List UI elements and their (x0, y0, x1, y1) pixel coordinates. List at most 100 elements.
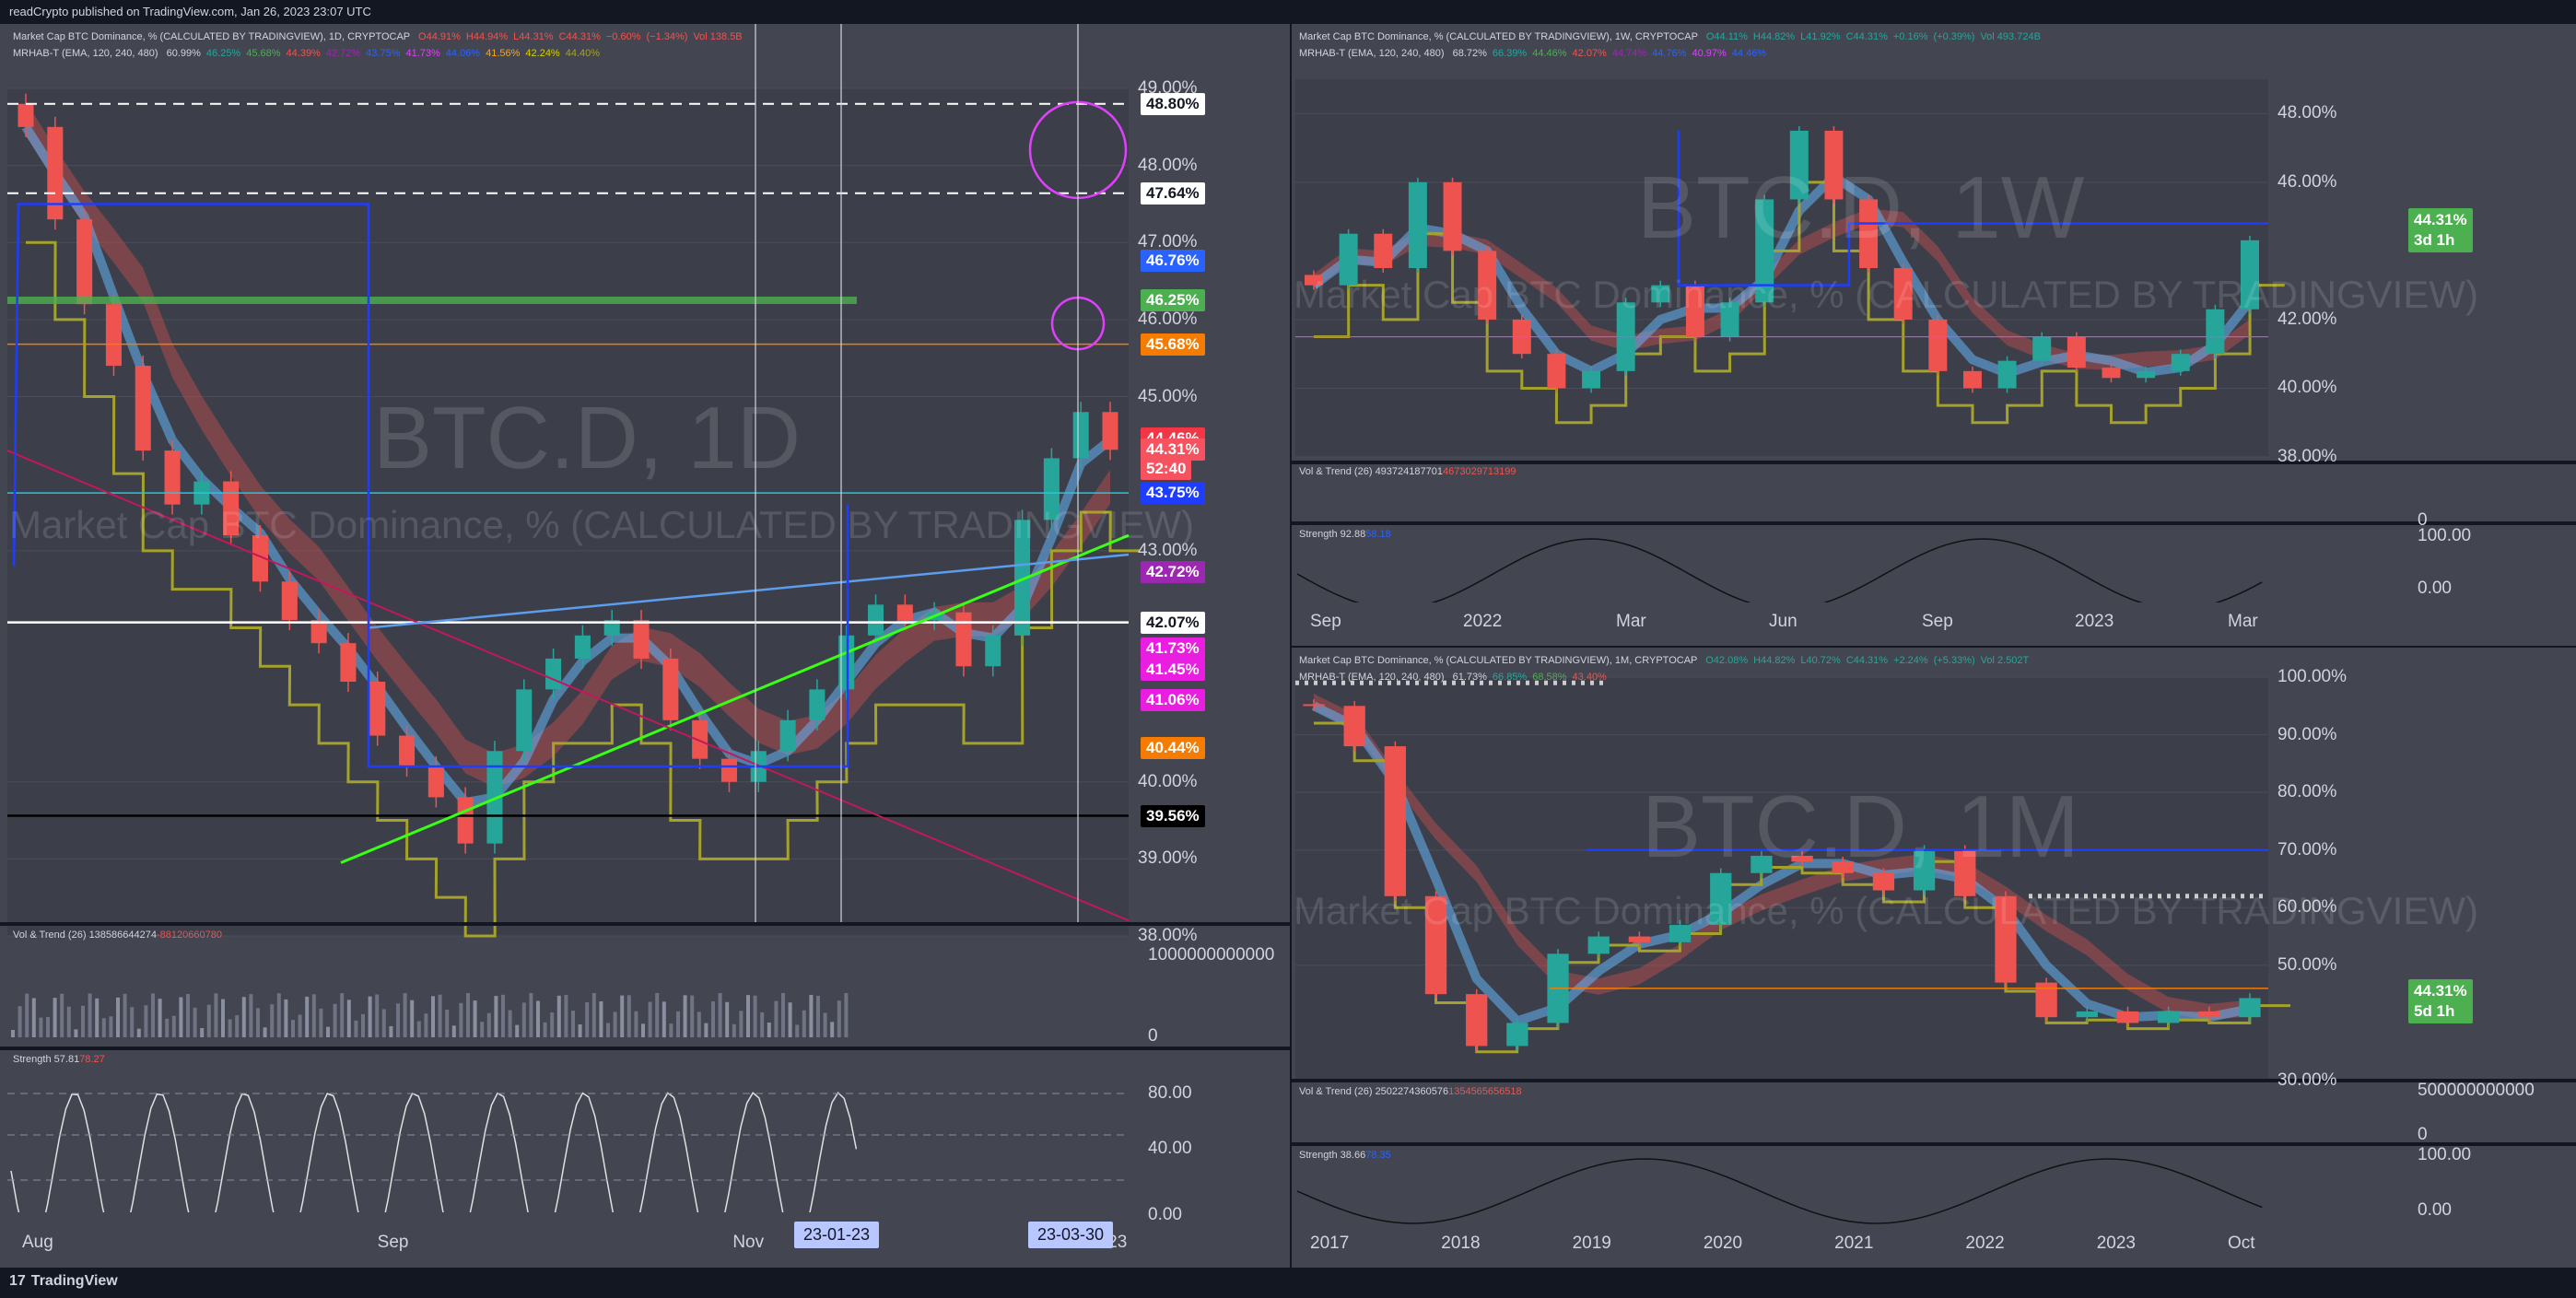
weekly-pane-separator (1292, 521, 2576, 525)
monthly-x-tick: 2017 (1310, 1234, 1350, 1253)
monthly-y-tick: 100.00% (2277, 667, 2348, 686)
daily-volume-bar (256, 1008, 260, 1037)
daily-volume-bar (781, 993, 785, 1037)
daily-volume-bar (591, 993, 596, 1037)
weekly-watermark: BTC.D, 1W (1637, 158, 2085, 257)
daily-volume-bar (276, 993, 281, 1037)
tradingview-logo[interactable]: 17 TradingView (9, 1273, 118, 1290)
weekly-candle-body (2102, 368, 2121, 379)
daily-volume-bar (550, 1012, 555, 1037)
daily-volume-bar (346, 1000, 351, 1037)
daily-strength-title: Strength (13, 1054, 52, 1065)
weekly-mrhab-value-1: 66.39% (1492, 48, 1528, 59)
daily-volume-bar (403, 993, 407, 1037)
daily-volume-bar (46, 1016, 50, 1037)
monthly-y-tick: 50.00% (2277, 954, 2337, 975)
daily-legend-value-1: H44.94% (465, 31, 509, 42)
daily-volume-bar (270, 1004, 275, 1037)
daily-volume-bar (228, 1019, 232, 1037)
daily-volume-bar (844, 993, 849, 1037)
daily-sub-y-tick: 40.00 (1148, 1139, 1192, 1158)
daily-level-tag: 43.75% (1141, 482, 1205, 505)
daily-legend-value-5: (−1.34%) (646, 31, 688, 42)
daily-chart-svg[interactable] (0, 24, 1290, 1268)
weekly-chart-svg[interactable] (1292, 24, 2576, 646)
daily-candle-body (281, 581, 298, 621)
daily-volume-bar (753, 995, 757, 1037)
daily-watermark: BTC.D, 1D (373, 389, 802, 487)
monthly-strength-value-1: 78.35 (1365, 1150, 1391, 1161)
daily-candle-body (985, 635, 1001, 667)
daily-volume-bar (291, 1020, 295, 1037)
monthly-legend-mrhab-title: MRHAB-T (EMA, 120, 240, 480) (1299, 672, 1445, 683)
monthly-candle-body (2116, 1011, 2139, 1023)
daily-volume-bar (451, 1025, 456, 1037)
weekly-sub-y-tick: 100.00 (2418, 526, 2472, 545)
weekly-candle-body (1997, 360, 2017, 389)
daily-candle-body (427, 766, 444, 798)
daily-volume-bar (11, 1030, 15, 1037)
daily-level-tag: 42.72% (1141, 561, 1205, 584)
monthly-x-tick: Oct (2228, 1234, 2255, 1253)
monthly-legend-mrhab: MRHAB-T (EMA, 120, 240, 480) 61.73% 66.85… (1299, 672, 1607, 683)
daily-volume-bar (732, 1023, 736, 1037)
daily-candle-body (47, 126, 64, 220)
monthly-legend-value-6: Vol 2.502T (1980, 655, 2030, 666)
daily-sub-y-tick: 0.00 (1148, 1205, 1182, 1224)
monthly-mrhab-value-2: 68.58% (1532, 672, 1567, 683)
weekly-x-tick: Sep (1922, 612, 1953, 631)
monthly-candle-body (1628, 936, 1651, 942)
daily-volume-bar (494, 996, 498, 1037)
daily-mrhab-value-10: 44.40% (565, 48, 601, 59)
monthly-legend-main: Market Cap BTC Dominance, % (CALCULATED … (1299, 655, 2029, 666)
monthly-vol-value-1: 1354565656518 (1448, 1086, 1522, 1097)
daily-volume-bar (830, 1022, 835, 1037)
daily-volume-bar (571, 1011, 575, 1037)
weekly-x-tick: Mar (2228, 612, 2258, 631)
daily-level-tag: 41.45% (1141, 659, 1205, 682)
daily-candle-body (662, 658, 679, 720)
daily-legend-value-2: L44.31% (513, 31, 554, 42)
daily-volume-bar (171, 1015, 176, 1037)
daily-mrhab-value-1: 46.25% (205, 48, 241, 59)
weekly-chart-panel[interactable]: BTC.D, 1W Market Cap BTC Dominance, % (C… (1292, 24, 2576, 646)
monthly-chart-svg[interactable] (1292, 648, 2576, 1268)
daily-y-tick: 39.00% (1138, 848, 1198, 869)
daily-volume-bar (767, 1022, 771, 1037)
daily-chart-panel[interactable]: BTC.D, 1D Market Cap BTC Dominance, % (C… (0, 24, 1290, 1268)
daily-volume-bar (816, 995, 820, 1037)
daily-mrhab-value-9: 42.24% (525, 48, 560, 59)
weekly-mrhab-value-4: 44.74% (1611, 48, 1647, 59)
daily-volume-bar (564, 995, 568, 1037)
daily-volume-bar (144, 1005, 148, 1037)
weekly-sub-y-tick: 0.00 (2418, 579, 2452, 598)
weekly-y-tick: 38.00% (2277, 447, 2337, 466)
monthly-candle-body (1384, 746, 1406, 896)
daily-candle-body (164, 450, 181, 505)
monthly-y-tick: 60.00% (2277, 897, 2337, 918)
monthly-candle-body (1466, 994, 1488, 1047)
daily-volume-bar (543, 1022, 547, 1037)
daily-volume-bar (136, 1028, 141, 1037)
daily-volume-bar (249, 994, 253, 1037)
daily-volume-bar (795, 1024, 800, 1037)
daily-volume-bar (305, 996, 310, 1037)
daily-volume-bar (151, 993, 155, 1037)
daily-volume-bar (473, 1000, 477, 1037)
weekly-legend-title: Market Cap BTC Dominance, % (CALCULATED … (1299, 31, 1698, 42)
daily-level-tag: 46.25% (1141, 289, 1205, 311)
weekly-mrhab-value-7: 44.46% (1731, 48, 1767, 59)
daily-candle-body (574, 635, 591, 659)
daily-volume-bar (410, 1000, 415, 1037)
daily-volume-bar (130, 1007, 135, 1037)
daily-legend-title: Market Cap BTC Dominance, % (CALCULATED … (13, 31, 410, 42)
monthly-vol-value-0: 2502274360576 (1375, 1086, 1449, 1097)
monthly-chart-panel[interactable]: BTC.D, 1M Market Cap BTC Dominance, % (C… (1292, 648, 2576, 1268)
daily-vol-value-0: 138586644274 (88, 930, 157, 941)
weekly-y-tick: 46.00% (2277, 171, 2337, 192)
monthly-candle-body (1303, 704, 1325, 707)
monthly-sub-y-tick: 0.00 (2418, 1200, 2452, 1220)
weekly-candle-body (1374, 233, 1393, 268)
monthly-mrhab-value-3: 43.40% (1572, 672, 1607, 683)
daily-volume-bar (416, 1021, 421, 1037)
